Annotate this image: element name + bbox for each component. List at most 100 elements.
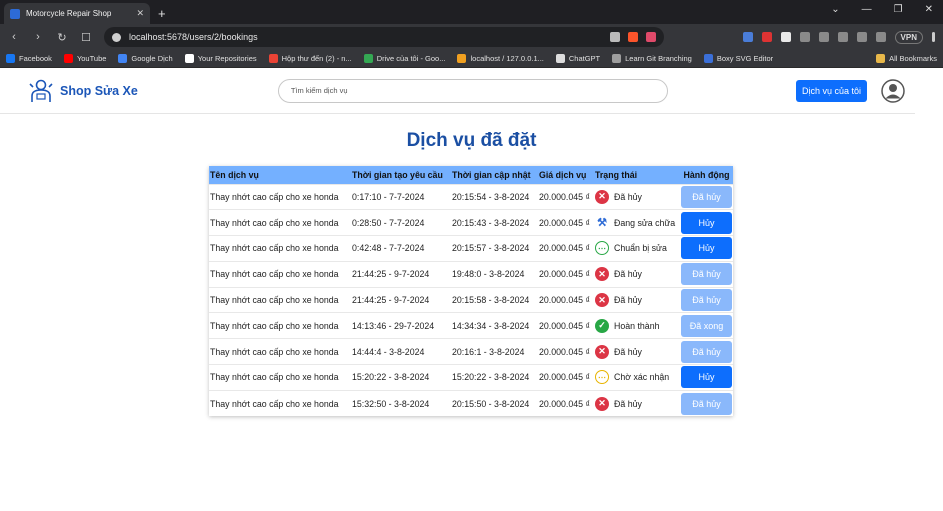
created-time: 21:44:25 - 9-7-2024: [351, 286, 451, 313]
bookmark-item[interactable]: Hộp thư đến (2) - n...: [268, 54, 352, 63]
translate-extension-icon[interactable]: [742, 32, 753, 42]
reload-icon[interactable]: ↻: [56, 31, 68, 44]
sidebar-icon[interactable]: [856, 32, 867, 42]
table-header-row: Tên dịch vụ Thời gian tạo yêu cầu Thời g…: [209, 166, 733, 184]
created-time: 21:44:25 - 9-7-2024: [351, 260, 451, 288]
status-cell: ✓ Hoàn thành: [594, 312, 680, 339]
bookmarks-bar: Facebook YouTube Google Dịch Your Repositor…: [0, 50, 943, 68]
bookmark-favicon-icon: [118, 54, 128, 63]
share-icon[interactable]: [610, 32, 620, 42]
site-info-icon[interactable]: [112, 32, 121, 42]
status-text: Đã hủy: [614, 295, 642, 306]
table-row: Thay nhớt cao cấp cho xe honda 14:13:46 -…: [209, 312, 733, 339]
browser-tab[interactable]: Motorcycle Repair Shop ✕: [4, 3, 150, 24]
brand[interactable]: Shop Sửa Xe: [28, 79, 138, 103]
column-header: Thời gian cập nhật: [452, 169, 531, 180]
bookmark-label: ChatGPT: [568, 54, 601, 63]
window-controls: ⌄ — ❐ ✕: [831, 4, 933, 15]
my-services-button[interactable]: Dịch vụ của tôi: [795, 79, 867, 102]
created-time: 15:32:50 - 3-8-2024: [351, 389, 451, 417]
service-name: Thay nhớt cao cấp cho xe honda: [209, 338, 351, 365]
extension-icon[interactable]: [761, 32, 772, 42]
chevron-down-icon[interactable]: ⌄: [831, 4, 839, 15]
media-icon[interactable]: [837, 32, 848, 42]
status-cell: ✕ Đã hủy: [594, 286, 680, 313]
service-price: 20.000.045 ₫: [538, 389, 594, 417]
status-text: Đang sửa chữa: [614, 217, 676, 228]
status-cell: ✕ Đã hủy: [594, 260, 680, 288]
service-price: 20.000.045 ₫: [538, 235, 594, 262]
cancel-booking-button[interactable]: Hủy: [681, 237, 732, 260]
table-row: Thay nhớt cao cấp cho xe honda 15:20:22 -…: [209, 364, 733, 391]
service-price: 20.000.045 ₫: [538, 364, 594, 391]
minimize-icon[interactable]: —: [862, 4, 872, 15]
extension-icon[interactable]: [780, 32, 791, 42]
extensions-puzzle-icon[interactable]: [818, 32, 829, 42]
disabled-action-button: Đã hủy: [681, 263, 732, 286]
avatar[interactable]: [881, 78, 905, 103]
extension-icon[interactable]: [799, 32, 810, 42]
address-bar[interactable]: localhost:5678/users/2/bookings: [104, 27, 664, 47]
status-text: Chuẩn bị sửa: [614, 243, 667, 254]
disabled-action-button: Đã hủy: [681, 340, 732, 363]
bookmark-item[interactable]: Learn Git Branching: [612, 54, 692, 63]
action-cell: Đã xong: [680, 312, 733, 339]
bookmark-item[interactable]: localhost / 127.0.0.1...: [457, 54, 544, 63]
check-icon: ✓: [595, 318, 609, 333]
app-page: Shop Sửa Xe Tìm kiếm dịch vụ Dịch vụ của…: [0, 68, 943, 511]
service-name: Thay nhớt cao cấp cho xe honda: [209, 389, 351, 417]
action-cell: Đã hủy: [680, 183, 733, 210]
cancel-booking-button[interactable]: Hủy: [681, 366, 732, 389]
table-row: Thay nhớt cao cấp cho xe honda 14:44:4 - …: [209, 338, 733, 365]
status-text: Chờ xác nhận: [614, 372, 670, 383]
bookmark-favicon-icon: [555, 54, 565, 63]
table-row: Thay nhớt cao cấp cho xe honda 0:28:50 - …: [209, 209, 733, 236]
brave-rewards-icon[interactable]: [646, 32, 656, 42]
service-name: Thay nhớt cao cấp cho xe honda: [209, 364, 351, 391]
bookmark-item[interactable]: Boxy SVG Editor: [703, 54, 773, 63]
updated-time: 14:34:34 - 3-8-2024: [451, 312, 538, 339]
all-bookmarks[interactable]: All Bookmarks: [876, 54, 937, 63]
folder-icon: [876, 54, 886, 63]
updated-time: 20:15:50 - 3-8-2024: [451, 389, 538, 417]
bookmark-item[interactable]: YouTube: [63, 54, 106, 63]
menu-icon[interactable]: [932, 32, 935, 42]
table-row: Thay nhớt cao cấp cho xe honda 15:32:50 -…: [209, 389, 733, 417]
status-text: Đã hủy: [614, 269, 642, 280]
forward-icon[interactable]: ›: [32, 31, 44, 43]
brave-shield-icon[interactable]: [628, 32, 638, 42]
url-text[interactable]: localhost:5678/users/2/bookings: [129, 32, 602, 42]
new-tab-icon[interactable]: +: [158, 6, 166, 21]
cancel-booking-button[interactable]: Hủy: [681, 211, 732, 234]
bookmark-item[interactable]: Your Repositories: [184, 54, 257, 63]
service-price: 20.000.045 ₫: [538, 338, 594, 365]
bookmark-label: Drive của tôi - Goo...: [376, 54, 446, 63]
back-icon[interactable]: ‹: [8, 31, 20, 43]
bookmark-label: Hộp thư đến (2) - n...: [281, 54, 352, 63]
column-header: Thời gian tạo yêu cầu: [352, 169, 443, 180]
service-price: 20.000.045 ₫: [538, 286, 594, 313]
vpn-button[interactable]: VPN: [894, 30, 923, 44]
page-title: Dịch vụ đã đặt: [406, 130, 537, 151]
service-price: 20.000.045 ₫: [538, 312, 594, 339]
status-cell: ⚒ Đang sửa chữa: [594, 209, 680, 236]
bookmark-icon[interactable]: ☐: [80, 31, 92, 44]
created-time: 14:44:4 - 3-8-2024: [351, 338, 451, 365]
bookmark-item[interactable]: ChatGPT: [555, 54, 601, 63]
status-cell: ⋯ Chuẩn bị sửa: [594, 235, 680, 262]
table-row: Thay nhớt cao cấp cho xe honda 21:44:25 -…: [209, 286, 733, 313]
updated-time: 20:15:43 - 3-8-2024: [451, 209, 538, 236]
tab-title: Motorcycle Repair Shop: [26, 9, 112, 18]
bookmark-item[interactable]: Google Dịch: [118, 54, 173, 63]
maximize-icon[interactable]: ❐: [894, 4, 903, 15]
wallet-icon[interactable]: [875, 32, 886, 42]
bookmark-item[interactable]: Facebook: [6, 54, 52, 63]
pending-icon: ⋯: [595, 241, 609, 256]
search-input[interactable]: Tìm kiếm dịch vụ: [277, 78, 668, 103]
table-row: Thay nhớt cao cấp cho xe honda 0:42:48 - …: [209, 235, 733, 262]
close-tab-icon[interactable]: ✕: [136, 8, 144, 19]
close-window-icon[interactable]: ✕: [925, 4, 933, 15]
bookmark-item[interactable]: Drive của tôi - Goo...: [363, 54, 446, 63]
action-cell: Đã hủy: [680, 338, 733, 365]
column-header: Hành động: [683, 169, 730, 180]
